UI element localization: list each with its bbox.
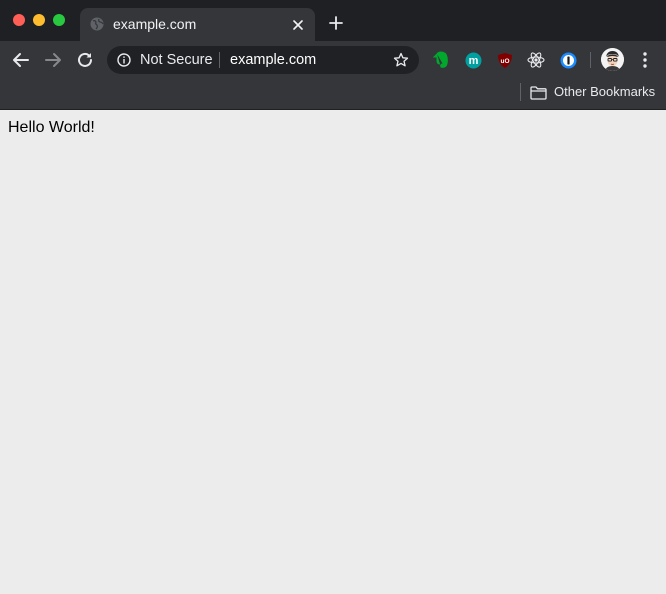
kebab-menu-icon[interactable]: [636, 50, 654, 70]
window-close-button[interactable]: [13, 14, 25, 26]
url-text[interactable]: example.com: [230, 52, 316, 69]
window-maximize-button[interactable]: [53, 14, 65, 26]
bookmark-star-icon[interactable]: [393, 52, 409, 68]
tab-example[interactable]: example.com: [80, 8, 315, 41]
address-divider: [219, 52, 220, 68]
new-tab-icon[interactable]: [327, 14, 345, 32]
other-bookmarks-button[interactable]: Other Bookmarks: [527, 81, 662, 105]
evernote-icon[interactable]: [432, 51, 450, 69]
profile-avatar[interactable]: [601, 48, 624, 71]
tab-strip: example.com: [0, 0, 666, 41]
bookmarks-divider: [520, 83, 521, 101]
window-minimize-button[interactable]: [33, 14, 45, 26]
folder-icon: [530, 86, 547, 100]
1password-icon[interactable]: [559, 51, 577, 69]
react-devtools-icon[interactable]: [527, 51, 545, 69]
info-icon[interactable]: [117, 53, 131, 67]
m-extension-icon[interactable]: m: [464, 51, 482, 69]
other-bookmarks-label: Other Bookmarks: [554, 84, 656, 99]
toolbar: Not Secure example.com m uO: [0, 41, 666, 78]
globe-icon: [90, 17, 104, 31]
security-status[interactable]: Not Secure: [140, 52, 213, 69]
svg-text:uO: uO: [500, 58, 509, 65]
svg-text:m: m: [468, 55, 478, 67]
page-viewport: Hello World!: [0, 110, 666, 594]
reload-icon[interactable]: [74, 49, 96, 71]
tab-title: example.com: [113, 16, 197, 32]
browser-window: example.com Not Secure example.com m uO …: [0, 0, 666, 594]
address-bar[interactable]: Not Secure example.com: [107, 46, 419, 74]
forward-arrow-icon[interactable]: [42, 49, 64, 71]
back-arrow-icon[interactable]: [10, 49, 32, 71]
close-icon[interactable]: [290, 17, 306, 33]
page-body-text: Hello World!: [8, 119, 95, 136]
bookmarks-bar: Other Bookmarks: [0, 78, 666, 110]
ublock-origin-icon[interactable]: uO: [496, 51, 514, 69]
toolbar-divider: [590, 52, 591, 68]
